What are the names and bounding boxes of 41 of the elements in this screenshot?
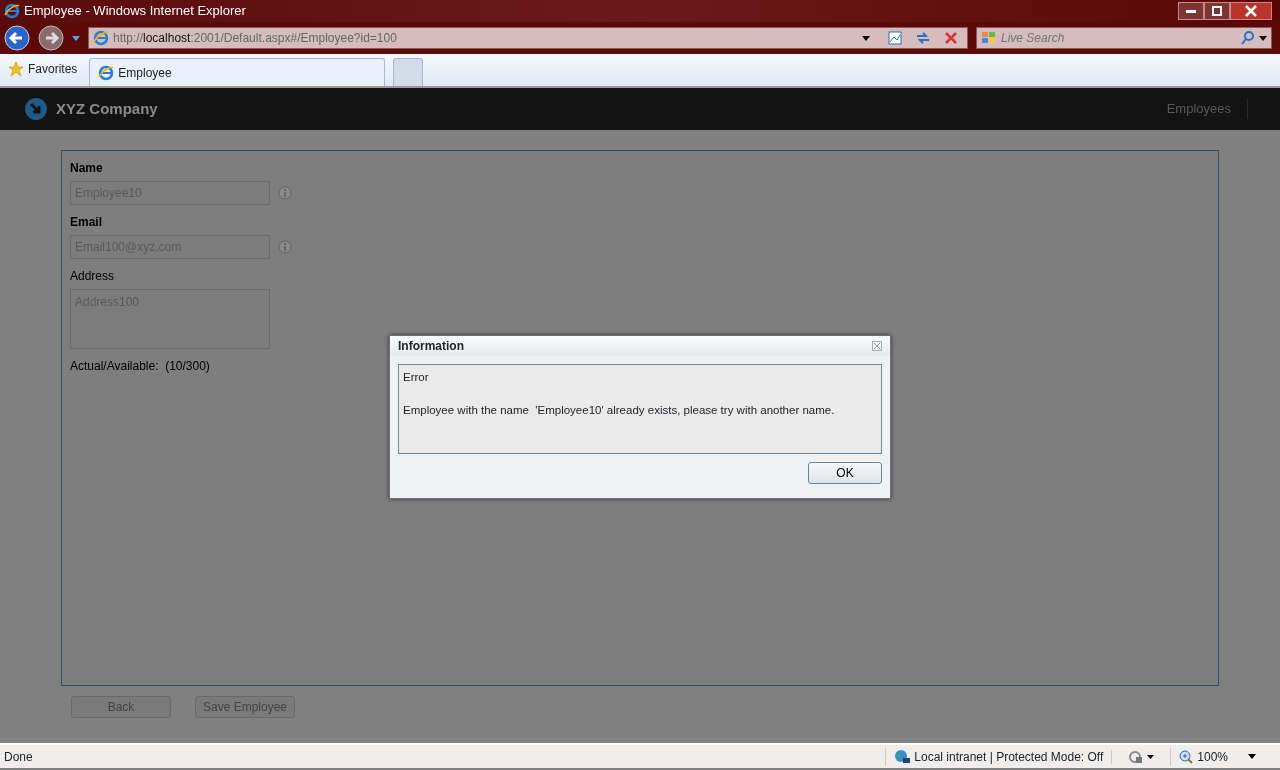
page-icon	[98, 64, 115, 81]
back-icon[interactable]	[4, 25, 30, 51]
close-button[interactable]	[1230, 2, 1272, 20]
window-title: Employee - Windows Internet Explorer	[24, 2, 247, 21]
browser-tab[interactable]: Employee	[89, 58, 386, 86]
dropdown-icon[interactable]	[1259, 35, 1267, 41]
zoom-control[interactable]: 100%	[1170, 747, 1264, 766]
character-counter: Actual/Available: (10/300)	[70, 358, 211, 375]
minimize-button[interactable]	[1178, 2, 1204, 20]
page-icon	[93, 30, 109, 46]
maximize-button[interactable]	[1204, 2, 1230, 20]
close-icon	[1245, 5, 1257, 17]
dropdown-icon	[1248, 754, 1256, 759]
windows-logo-icon	[981, 31, 997, 45]
logo-icon	[24, 97, 48, 121]
forward-icon[interactable]	[38, 25, 64, 51]
message-heading: Error	[403, 370, 430, 385]
address-field[interactable]: http://localhost:2001/Default.aspx#/Employee?id=100	[88, 27, 968, 49]
globe-icon	[894, 748, 911, 765]
status-text: Done	[3, 748, 34, 766]
search-box[interactable]: Live Search	[976, 27, 1272, 49]
minimize-icon	[1186, 9, 1196, 13]
dialog-title: Information	[398, 338, 465, 355]
ok-button[interactable]: OK	[808, 462, 882, 484]
star-icon	[8, 61, 24, 77]
search-field[interactable]: Live Search	[1001, 29, 1237, 47]
field-label: Name	[70, 160, 104, 177]
close-icon[interactable]	[872, 341, 882, 351]
zoom-text: 100%	[1197, 748, 1228, 766]
field-label: Address	[70, 268, 116, 285]
zone-indicator[interactable]: Local intranet | Protected Mode: Off	[885, 747, 1112, 766]
ie-logo-icon	[4, 3, 20, 19]
maximize-icon	[1212, 6, 1222, 16]
field-label: Email	[70, 214, 103, 231]
favorites-button[interactable]: Favorites	[4, 56, 82, 82]
zoom-icon	[1179, 749, 1194, 764]
url-text: http://localhost:2001/Default.aspx#/Employee?id=100	[113, 30, 398, 47]
brand-name: XYZ Company	[56, 98, 159, 119]
dropdown-icon[interactable]	[72, 35, 80, 41]
zone-text: Local intranet | Protected Mode: Off	[914, 748, 1104, 766]
message-text: Employee with the name 'Employee10' already exists, please try with another name.	[403, 403, 836, 419]
